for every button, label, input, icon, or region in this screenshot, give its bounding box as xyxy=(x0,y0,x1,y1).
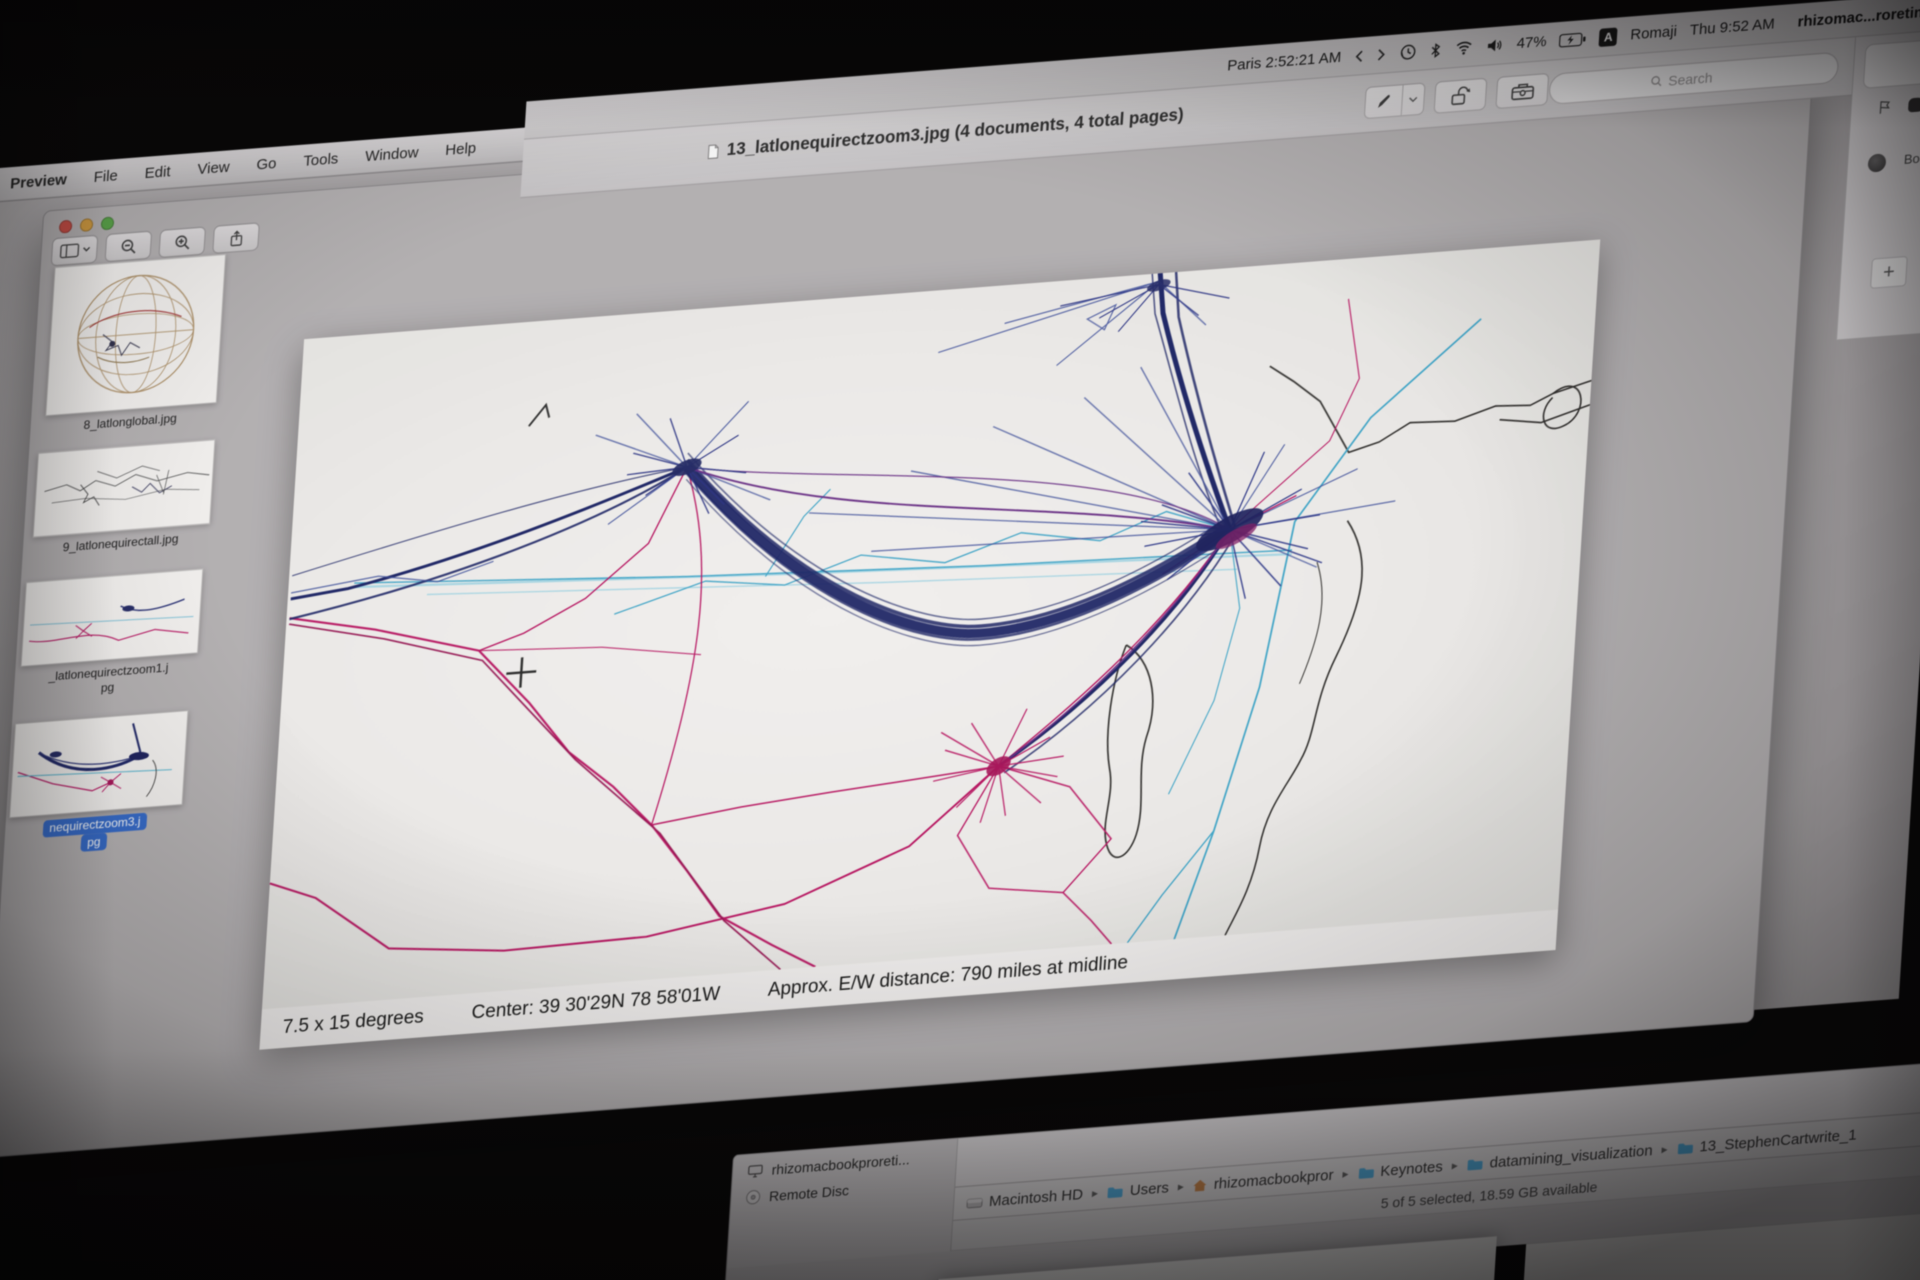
thumbnail-latlonequirectall[interactable]: 9_latlonequirectall.jpg xyxy=(28,439,218,558)
menubar-clock[interactable]: Thu 9:52 AM xyxy=(1689,15,1775,39)
home-icon xyxy=(1193,1178,1209,1192)
toolbox-icon xyxy=(1509,80,1535,101)
frontmost-window-title: rhizomac...roretina14 xyxy=(1797,2,1920,31)
disk-icon xyxy=(966,1195,984,1209)
path-separator: ▸ xyxy=(1092,1186,1099,1201)
chevron-down-icon xyxy=(1408,96,1417,104)
sidebar-view-button[interactable] xyxy=(51,235,99,267)
menu-go[interactable]: Go xyxy=(256,155,277,174)
thumbnail-latlonequirectzoom3-selected[interactable]: nequirectzoom3.j pg xyxy=(4,710,192,858)
record-circle-icon[interactable] xyxy=(1867,153,1886,173)
caret-mark xyxy=(529,405,550,427)
purple-arcs xyxy=(667,425,1237,792)
right-panel-icons xyxy=(1877,96,1920,116)
preview-window: 8_latlonglobal.jpg 9_latlonequirectall.j… xyxy=(0,75,1813,1159)
battery-percent: 47% xyxy=(1516,33,1547,52)
battery-icon[interactable] xyxy=(1559,31,1587,47)
ink-blob-icon xyxy=(1908,97,1920,112)
path-separator: ▸ xyxy=(1342,1166,1349,1181)
menu-file[interactable]: File xyxy=(93,167,118,186)
menu-preview[interactable]: Preview xyxy=(10,171,68,192)
zoom1-tracks-thumb xyxy=(22,570,203,666)
photo-of-screen: Preview File Edit View Go Tools Window H… xyxy=(0,0,1920,1280)
world-clock[interactable]: Paris 2:52:21 AM xyxy=(1227,49,1342,75)
magnifier-minus-icon xyxy=(119,237,137,255)
screen-scene: Preview File Edit View Go Tools Window H… xyxy=(0,0,1920,1280)
rotate-icon xyxy=(1448,85,1472,106)
path-item-stephencartwrite[interactable]: 13_StephenCartwrite_1 xyxy=(1676,1126,1857,1157)
menu-view[interactable]: View xyxy=(197,158,230,178)
host-toolbar xyxy=(1364,73,1549,119)
path-item-users[interactable]: Users xyxy=(1106,1179,1169,1201)
chevron-down-icon xyxy=(82,246,90,253)
bluetooth-icon[interactable] xyxy=(1429,41,1442,58)
folder-icon xyxy=(1107,1184,1125,1198)
minimize-button[interactable] xyxy=(80,218,94,232)
path-separator: ▸ xyxy=(1177,1179,1184,1194)
crimson-tracks xyxy=(265,585,805,1010)
bookmarks-label[interactable]: Bookm xyxy=(1903,149,1920,167)
rotate-button[interactable] xyxy=(1434,78,1488,114)
add-button[interactable]: + xyxy=(1870,256,1908,289)
daito-button[interactable]: daito xyxy=(1863,33,1920,89)
globe-wireframe-thumb xyxy=(46,255,225,415)
blue-fan-lines xyxy=(288,262,1411,646)
close-button[interactable] xyxy=(59,220,73,234)
chevron-right-icon[interactable] xyxy=(1377,47,1388,62)
input-source-label[interactable]: Romaji xyxy=(1630,23,1678,44)
folder-icon xyxy=(1466,1157,1484,1171)
coastline-paths xyxy=(1095,341,1594,945)
chevron-left-icon[interactable] xyxy=(1354,48,1365,63)
input-source-icon[interactable]: A xyxy=(1599,27,1618,47)
folder-icon xyxy=(1357,1165,1375,1179)
menu-help[interactable]: Help xyxy=(445,139,477,159)
path-separator: ▸ xyxy=(1661,1142,1668,1157)
zoom-in-button[interactable] xyxy=(158,226,206,258)
navy-bundles xyxy=(276,261,1251,828)
time-machine-icon[interactable] xyxy=(1399,43,1417,61)
folder-icon xyxy=(1676,1140,1694,1154)
flag-icon xyxy=(1877,99,1893,116)
menu-tools[interactable]: Tools xyxy=(303,150,339,170)
display-icon xyxy=(746,1163,764,1178)
path-item-home[interactable]: rhizomacbookpror xyxy=(1192,1166,1334,1194)
path-item-keynotes[interactable]: Keynotes xyxy=(1357,1158,1443,1182)
image-canvas[interactable]: 7.5 x 15 degrees Center: 39 30'29N 78 58… xyxy=(259,239,1600,1049)
magnifier-plus-icon xyxy=(173,233,191,251)
document-icon xyxy=(706,143,720,159)
search-input[interactable] xyxy=(1668,67,1739,88)
menu-window[interactable]: Window xyxy=(365,144,419,165)
search-icon xyxy=(1649,74,1663,88)
marker-pen-icon xyxy=(1374,92,1393,112)
world-tracks-thumb xyxy=(34,440,215,536)
wifi-icon[interactable] xyxy=(1454,40,1474,57)
window-controls xyxy=(59,216,115,233)
markup-button[interactable] xyxy=(1364,82,1426,119)
markup-toolbox-button[interactable] xyxy=(1495,73,1549,109)
path-item-macintosh-hd[interactable]: Macintosh HD xyxy=(966,1185,1084,1211)
zoom-out-button[interactable] xyxy=(105,231,153,263)
flight-track-map xyxy=(262,239,1600,1009)
zoom3-tracks-thumb xyxy=(10,711,187,817)
menu-edit[interactable]: Edit xyxy=(144,163,171,182)
top-cluster-rays xyxy=(1058,279,1230,336)
host-search-field[interactable] xyxy=(1548,52,1839,105)
caption-size: 7.5 x 15 degrees xyxy=(282,1006,425,1039)
volume-icon[interactable] xyxy=(1486,37,1504,53)
thumbnail-latlonglobal[interactable]: 8_latlonglobal.jpg xyxy=(40,254,230,437)
sidebar-view-icon xyxy=(59,243,80,259)
share-icon xyxy=(228,229,244,247)
path-separator: ▸ xyxy=(1451,1158,1458,1173)
zoom-window-button[interactable] xyxy=(101,216,115,230)
disc-icon xyxy=(745,1189,762,1206)
thumbnail-latlonequirectzoom1[interactable]: _latlonequirectzoom1.j pg xyxy=(15,568,206,702)
share-button[interactable] xyxy=(212,222,260,254)
